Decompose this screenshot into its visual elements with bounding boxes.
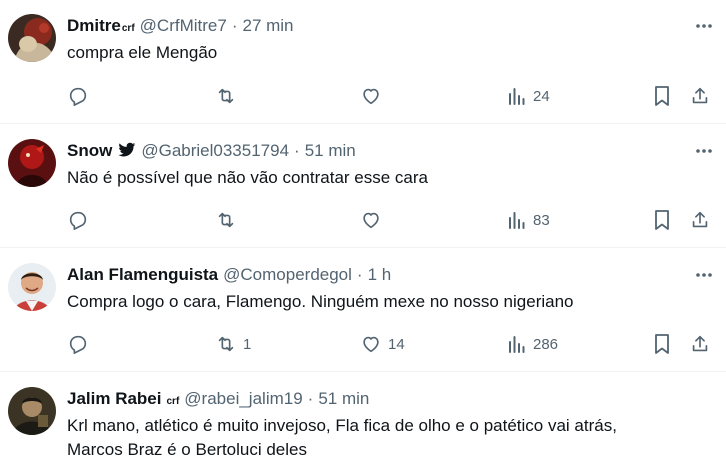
heart-icon: [363, 212, 379, 229]
bookmark-button[interactable]: [652, 84, 672, 108]
tweet[interactable]: Alan Flamenguista @Comoperdegol · 1 h Co…: [0, 248, 726, 372]
tweet-text-line: Marcos Braz é o Bertoluci deles: [67, 440, 307, 459]
display-name[interactable]: Snow: [67, 140, 112, 162]
more-options-icon[interactable]: [694, 265, 714, 285]
bird-icon: [118, 142, 136, 164]
display-name[interactable]: Alan Flamenguista: [67, 264, 218, 286]
retweet-icon: [218, 336, 234, 352]
tweet-header: Jalim Rabei crf @rabei_jalim19 · 51 min: [67, 388, 370, 410]
replies-feed: Dmitre crf @CrfMitre7 · 27 min compra ele…: [0, 0, 726, 471]
like-button[interactable]: [360, 84, 388, 108]
display-name[interactable]: Jalim Rabei: [67, 388, 162, 410]
reply-icon: [69, 335, 87, 354]
analytics-icon: [509, 336, 525, 353]
retweet-button[interactable]: [215, 84, 243, 108]
view-count: 83: [533, 211, 550, 229]
bookmark-icon: [655, 334, 669, 354]
reply-button[interactable]: [67, 208, 95, 232]
tweet[interactable]: Jalim Rabei crf @rabei_jalim19 · 51 min K…: [0, 372, 726, 471]
bookmark-button[interactable]: [652, 208, 672, 232]
tweet-text: Krl mano, atlético é muito invejoso, Fla…: [67, 414, 714, 462]
retweet-icon: [218, 88, 234, 104]
avatar[interactable]: [8, 263, 56, 311]
tweet-actions: 24: [67, 84, 714, 108]
separator: ·: [231, 16, 238, 35]
like-button[interactable]: [360, 208, 388, 232]
timestamp[interactable]: 1 h: [368, 264, 392, 286]
views-button[interactable]: 83: [507, 208, 550, 232]
more-options-icon[interactable]: [694, 141, 714, 161]
timestamp[interactable]: 27 min: [242, 15, 293, 37]
share-icon: [692, 335, 708, 352]
tweet[interactable]: Snow @Gabriel03351794 · 51 min Não é pos…: [0, 124, 726, 248]
like-count: 14: [388, 335, 405, 353]
retweet-button[interactable]: 1: [215, 332, 251, 356]
tweet-header: Alan Flamenguista @Comoperdegol · 1 h: [67, 264, 714, 286]
avatar[interactable]: [8, 387, 56, 435]
bookmark-icon: [655, 86, 669, 106]
reply-button[interactable]: [67, 332, 95, 356]
tweet-text: Não é possível que não vão contratar ess…: [67, 168, 428, 187]
share-button[interactable]: [689, 84, 711, 108]
reply-icon: [69, 211, 87, 230]
display-name[interactable]: Dmitre: [67, 15, 121, 37]
tweet-actions: 83: [67, 208, 714, 232]
retweet-count: 1: [243, 335, 252, 353]
separator: ·: [294, 141, 300, 160]
heart-icon: [363, 88, 379, 105]
tweet-text-line: Krl mano, atlético é muito invejoso, Fla…: [67, 416, 617, 435]
views-button[interactable]: 286: [507, 332, 558, 356]
tweet-header: Dmitre crf @CrfMitre7 · 27 min: [67, 15, 294, 37]
share-icon: [692, 87, 708, 104]
tweet-header: Snow @Gabriel03351794 · 51 min: [67, 140, 714, 162]
tweet-text: Compra logo o cara, Flamengo. Ninguém me…: [67, 292, 574, 311]
separator: ·: [356, 265, 363, 284]
share-button[interactable]: [689, 208, 711, 232]
analytics-icon: [509, 212, 525, 229]
tweet-text: compra ele Mengão: [67, 43, 218, 62]
handle[interactable]: @Gabriel03351794: [141, 140, 289, 162]
view-count: 286: [533, 335, 559, 353]
like-button[interactable]: 14: [360, 332, 405, 356]
handle[interactable]: @CrfMitre7: [140, 15, 227, 37]
handle[interactable]: @Comoperdegol: [223, 264, 352, 286]
separator: ·: [307, 389, 314, 408]
views-button[interactable]: 24: [507, 84, 550, 108]
more-options-icon[interactable]: [694, 16, 714, 36]
bookmark-button[interactable]: [652, 332, 672, 356]
timestamp[interactable]: 51 min: [318, 388, 369, 410]
tweet-actions: 1 14 286: [67, 332, 714, 356]
retweet-icon: [218, 212, 234, 228]
retweet-button[interactable]: [215, 208, 243, 232]
view-count: 24: [533, 87, 550, 105]
avatar[interactable]: [8, 139, 56, 187]
bookmark-icon: [655, 210, 669, 230]
reply-icon: [69, 87, 87, 106]
share-button[interactable]: [689, 332, 711, 356]
timestamp[interactable]: 51 min: [305, 140, 356, 162]
tweet[interactable]: Dmitre crf @CrfMitre7 · 27 min compra ele…: [0, 0, 726, 124]
heart-icon: [363, 336, 379, 353]
analytics-icon: [509, 88, 525, 105]
reply-button[interactable]: [67, 84, 95, 108]
share-icon: [692, 211, 708, 228]
handle[interactable]: @rabei_jalim19: [184, 388, 302, 410]
avatar[interactable]: [8, 14, 56, 62]
